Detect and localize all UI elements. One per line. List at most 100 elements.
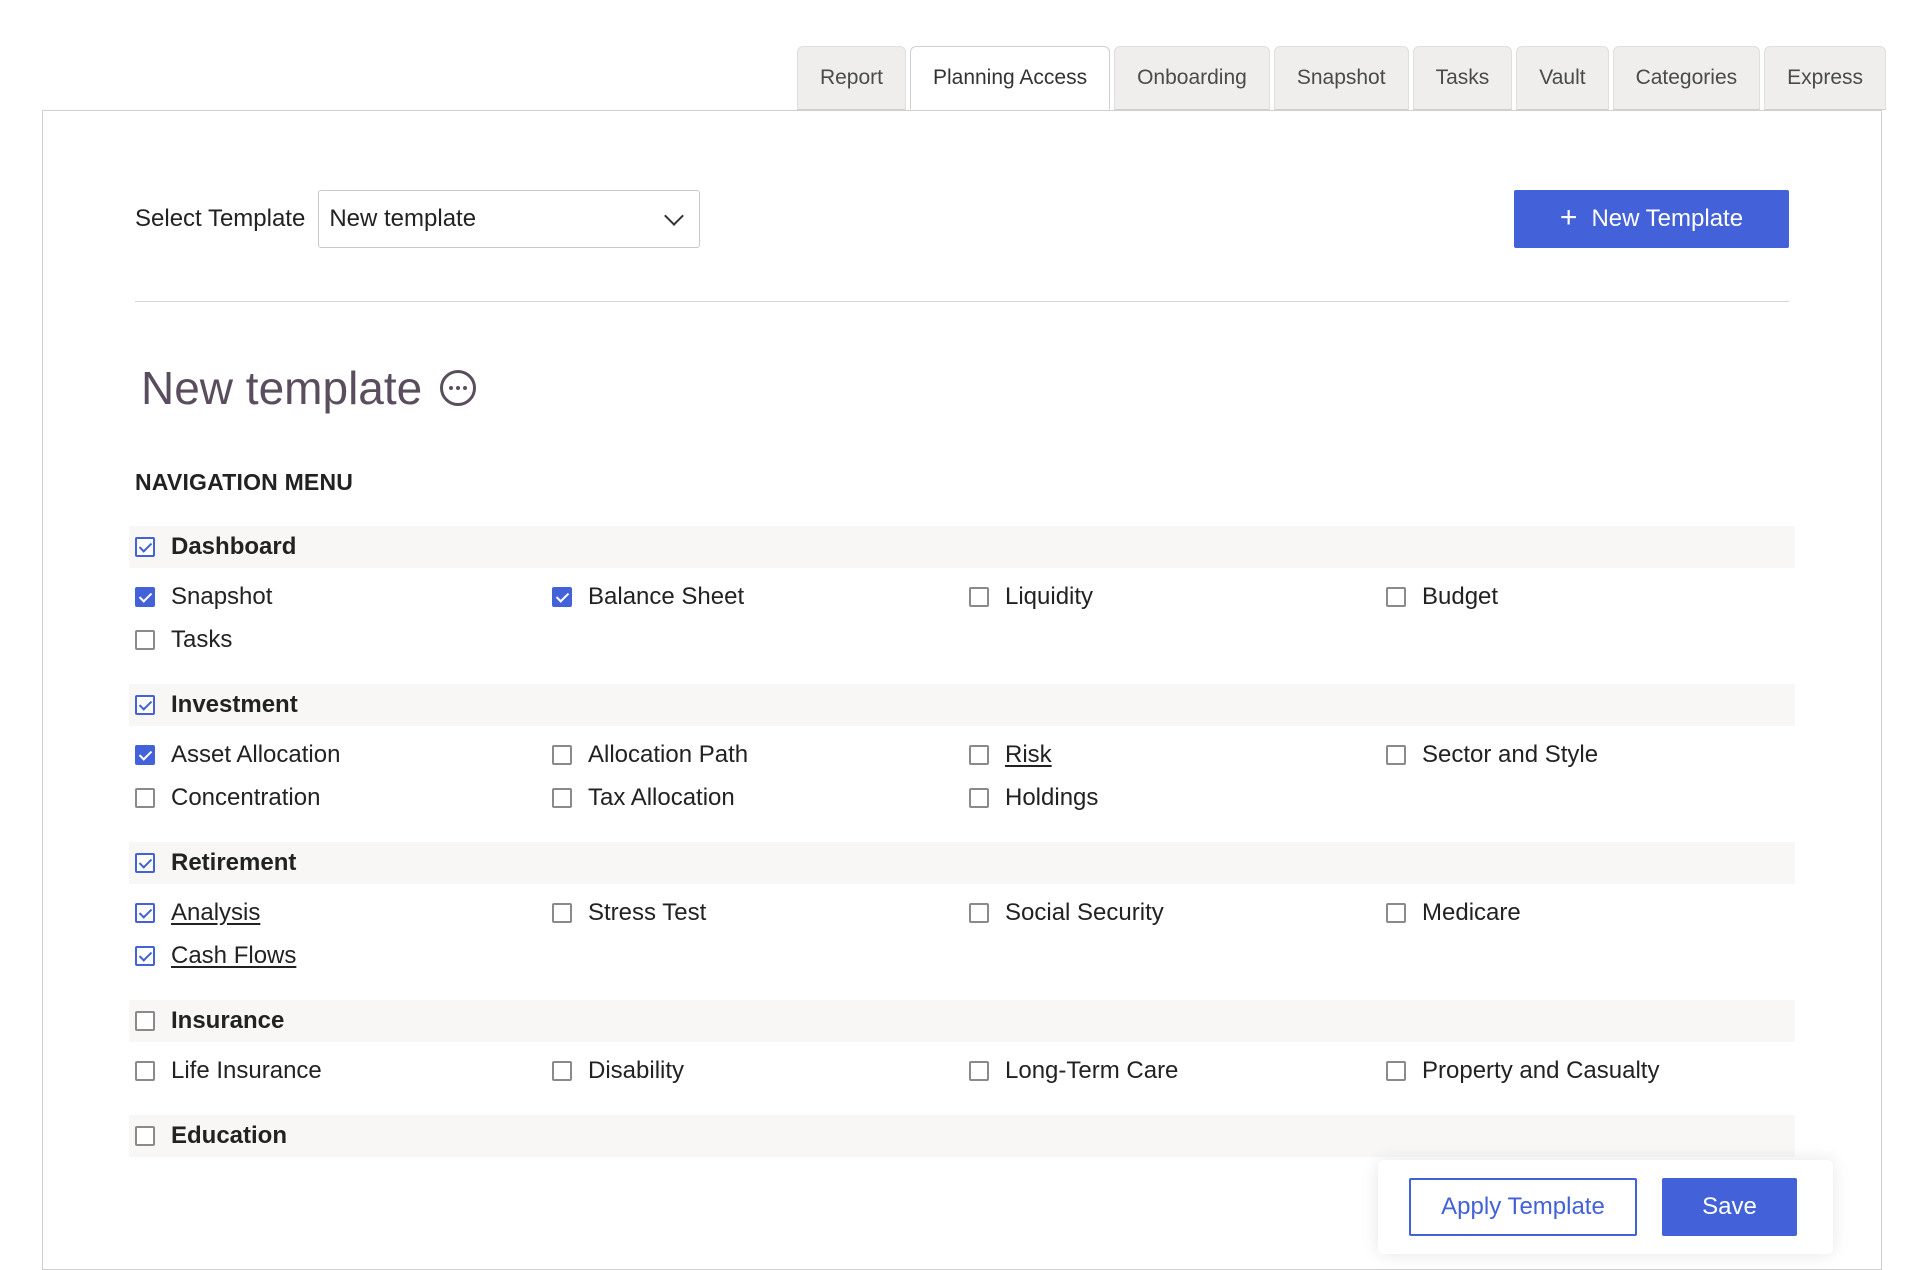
tab-report[interactable]: Report xyxy=(796,46,906,110)
section-label: Education xyxy=(171,1122,288,1149)
planning-access-panel: Select Template New template + New Templ… xyxy=(42,110,1882,1270)
chevron-down-icon xyxy=(664,206,685,226)
tab-tasks[interactable]: Tasks xyxy=(1412,46,1513,110)
menu-item-label: Liquidity xyxy=(1005,582,1094,610)
section-items: Snapshot Balance Sheet Liquidity Budget Task… xyxy=(129,582,1795,654)
checkbox-insurance[interactable] xyxy=(135,1011,155,1031)
section-items: Life Insurance Disability Long-Term Care Pr… xyxy=(129,1056,1795,1085)
menu-item-medicare: Medicare xyxy=(1386,898,1803,927)
menu-item-label: Tasks xyxy=(171,625,233,653)
menu-item-label[interactable]: Analysis xyxy=(171,899,260,927)
checkbox-cash-flows[interactable] xyxy=(135,945,155,966)
template-select[interactable]: New template xyxy=(318,190,701,248)
section-header-dashboard: Dashboard xyxy=(129,526,1795,568)
checkbox-stress-test[interactable] xyxy=(552,902,572,923)
menu-item-tasks: Tasks xyxy=(135,625,552,654)
checkbox-holdings[interactable] xyxy=(969,787,989,808)
menu-item-label: Sector and Style xyxy=(1422,740,1599,768)
checkbox-property-and-casualty[interactable] xyxy=(1386,1060,1406,1081)
menu-item-social-security: Social Security xyxy=(969,898,1386,927)
menu-item-label: Long-Term Care xyxy=(1005,1056,1179,1084)
checkbox-social-security[interactable] xyxy=(969,902,989,923)
checkbox-concentration[interactable] xyxy=(135,787,155,808)
menu-item-label: Stress Test xyxy=(588,898,707,926)
menu-item-analysis: Analysis xyxy=(135,898,552,927)
menu-item-label: Life Insurance xyxy=(171,1056,322,1084)
checkbox-investment[interactable] xyxy=(135,695,155,715)
menu-item-snapshot: Snapshot xyxy=(135,582,552,611)
tab-vault[interactable]: Vault xyxy=(1516,46,1609,110)
template-select-value: New template xyxy=(329,205,477,232)
section-label: Retirement xyxy=(171,849,297,876)
checkbox-analysis[interactable] xyxy=(135,902,155,923)
checkbox-life-insurance[interactable] xyxy=(135,1060,155,1081)
section-label: Investment xyxy=(171,691,298,718)
checkbox-allocation-path[interactable] xyxy=(552,744,572,765)
menu-item-label: Social Security xyxy=(1005,898,1164,926)
tab-snapshot[interactable]: Snapshot xyxy=(1273,46,1409,110)
template-toolbar: Select Template New template + New Templ… xyxy=(135,189,1789,249)
menu-item-risk: Risk xyxy=(969,740,1386,769)
tab-categories[interactable]: Categories xyxy=(1612,46,1761,110)
new-template-button[interactable]: + New Template xyxy=(1514,190,1789,248)
menu-item-label: Allocation Path xyxy=(588,740,749,768)
menu-item-label[interactable]: Cash Flows xyxy=(171,942,296,970)
section-header-insurance: Insurance xyxy=(129,1000,1795,1042)
checkbox-long-term-care[interactable] xyxy=(969,1060,989,1081)
tab-planning-access[interactable]: Planning Access xyxy=(909,46,1111,110)
section-insurance: Insurance Life Insurance Disability Long-Te… xyxy=(129,1000,1795,1085)
checkbox-sector-and-style[interactable] xyxy=(1386,744,1406,765)
section-retirement: Retirement Analysis Stress Test Social Secu… xyxy=(129,842,1795,970)
section-label: Dashboard xyxy=(171,533,297,560)
section-header-investment: Investment xyxy=(129,684,1795,726)
checkbox-snapshot[interactable] xyxy=(135,586,155,607)
menu-item-label: Budget xyxy=(1422,582,1499,610)
tab-express[interactable]: Express xyxy=(1764,46,1886,110)
menu-item-label: Tax Allocation xyxy=(588,783,735,811)
navigation-menu-heading: NAVIGATION MENU xyxy=(135,469,354,495)
menu-item-asset-allocation: Asset Allocation xyxy=(135,740,552,769)
menu-item-sector-and-style: Sector and Style xyxy=(1386,740,1803,769)
menu-item-label: Medicare xyxy=(1422,898,1521,926)
menu-item-long-term-care: Long-Term Care xyxy=(969,1056,1386,1085)
checkbox-tasks[interactable] xyxy=(135,629,155,650)
menu-item-cash-flows: Cash Flows xyxy=(135,941,552,970)
menu-item-label: Balance Sheet xyxy=(588,582,745,610)
checkbox-asset-allocation[interactable] xyxy=(135,744,155,765)
apply-template-button[interactable]: Apply Template xyxy=(1409,1178,1637,1236)
page-title: New template xyxy=(141,362,423,414)
checkbox-education[interactable] xyxy=(135,1126,155,1146)
menu-item-label[interactable]: Risk xyxy=(1005,741,1052,769)
menu-item-liquidity: Liquidity xyxy=(969,582,1386,611)
menu-item-property-and-casualty: Property and Casualty xyxy=(1386,1056,1803,1085)
section-header-education: Education xyxy=(129,1115,1795,1157)
menu-item-stress-test: Stress Test xyxy=(552,898,969,927)
menu-item-disability: Disability xyxy=(552,1056,969,1085)
navigation-sections: Dashboard Snapshot Balance Sheet Liquidity B… xyxy=(129,526,1795,1187)
checkbox-tax-allocation[interactable] xyxy=(552,787,572,808)
menu-item-allocation-path: Allocation Path xyxy=(552,740,969,769)
menu-item-label: Holdings xyxy=(1005,783,1099,811)
checkbox-budget[interactable] xyxy=(1386,586,1406,607)
checkbox-liquidity[interactable] xyxy=(969,586,989,607)
checkbox-medicare[interactable] xyxy=(1386,902,1406,923)
tab-onboarding[interactable]: Onboarding xyxy=(1114,46,1270,110)
checkbox-dashboard[interactable] xyxy=(135,537,155,557)
more-options-icon[interactable] xyxy=(440,370,477,406)
checkbox-balance-sheet[interactable] xyxy=(552,586,572,607)
section-dashboard: Dashboard Snapshot Balance Sheet Liquidity B… xyxy=(129,526,1795,654)
divider xyxy=(135,301,1789,302)
action-bar: Apply Template Save xyxy=(1378,1160,1833,1254)
tab-bar: Report Planning Access Onboarding Snapshot T… xyxy=(796,46,1886,110)
menu-item-label: Asset Allocation xyxy=(171,740,341,768)
menu-item-label: Concentration xyxy=(171,783,321,811)
checkbox-disability[interactable] xyxy=(552,1060,572,1081)
section-items: Analysis Stress Test Social Security Medica… xyxy=(129,898,1795,970)
checkbox-retirement[interactable] xyxy=(135,853,155,873)
menu-item-life-insurance: Life Insurance xyxy=(135,1056,552,1085)
menu-item-tax-allocation: Tax Allocation xyxy=(552,783,969,812)
checkbox-risk[interactable] xyxy=(969,744,989,765)
section-label: Insurance xyxy=(171,1007,285,1034)
menu-item-label: Disability xyxy=(588,1056,685,1084)
save-button[interactable]: Save xyxy=(1662,1178,1797,1236)
